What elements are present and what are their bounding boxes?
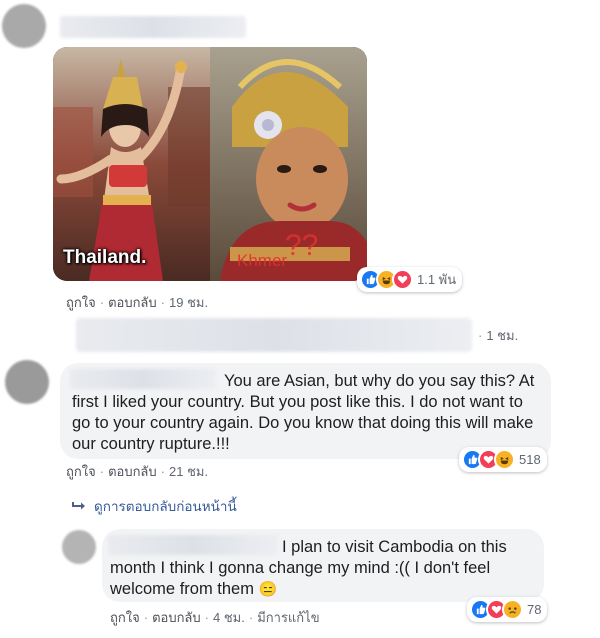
comment-actions: ถูกใจ · ตอบกลับ · 4 ชม. · มีการแก้ไข <box>110 607 320 628</box>
comment-body: I plan to visit Cambodia on this month I… <box>110 538 507 598</box>
separator-dot: · <box>143 610 149 625</box>
reaction-count: 78 <box>527 602 542 617</box>
reply-arrow-icon <box>72 502 85 510</box>
separator-dot: · <box>160 295 165 310</box>
separator-dot: · <box>248 610 254 625</box>
comment-actions: ถูกใจ · ตอบกลับ · 21 ชม. <box>66 461 208 482</box>
view-previous-label[interactable]: ดูการตอบกลับก่อนหน้านี้ <box>94 495 237 517</box>
image-question-mark: ?? <box>285 229 319 262</box>
image-caption-thailand: Thailand. <box>63 247 147 268</box>
separator-dot: · <box>204 610 209 625</box>
comment-image[interactable]: Thailand. Khmer ?? <box>53 47 367 281</box>
like-link[interactable]: ถูกใจ <box>110 607 140 628</box>
reply-link[interactable]: ตอบกลับ <box>108 292 157 313</box>
commenter-name-blurred[interactable] <box>60 16 246 38</box>
comment-time-row: · 1 ชม. <box>478 325 518 346</box>
reply-link[interactable]: ตอบกลับ <box>152 607 201 628</box>
reaction-summary[interactable]: 78 <box>467 597 548 622</box>
separator-dot: · <box>99 295 105 310</box>
comment-time[interactable]: 21 ชม. <box>169 461 208 482</box>
separator-dot: · <box>160 464 165 479</box>
reaction-count: 1.1 พัน <box>417 272 457 287</box>
comment-time[interactable]: 4 ชม. <box>213 607 245 628</box>
reply-link[interactable]: ตอบกลับ <box>108 461 157 482</box>
comment-text: I plan to visit Cambodia on this month I… <box>110 537 535 600</box>
avatar[interactable] <box>5 360 49 404</box>
like-link[interactable]: ถูกใจ <box>66 461 96 482</box>
expressionless-emoji: 😑 <box>258 581 278 598</box>
reaction-count: 518 <box>519 452 541 467</box>
comment-time[interactable]: 1 ชม. <box>486 325 518 346</box>
comment-time[interactable]: 19 ชม. <box>169 292 208 313</box>
view-previous-replies[interactable]: ดูการตอบกลับก่อนหน้านี้ <box>72 495 237 517</box>
image-caption-khmer: Khmer <box>237 251 288 270</box>
comment-body: You are Asian, but why do you say this? … <box>72 372 535 453</box>
separator-dot: · <box>99 464 105 479</box>
love-icon <box>392 269 413 290</box>
blurred-comment-bubble[interactable] <box>76 318 472 352</box>
reaction-summary[interactable]: 1.1 พัน <box>357 267 463 292</box>
haha-icon <box>494 449 515 470</box>
thai-dancer-photo <box>53 47 210 281</box>
avatar[interactable] <box>2 4 46 48</box>
comment-text: You are Asian, but why do you say this? … <box>72 371 542 455</box>
reaction-summary[interactable]: 518 <box>459 447 547 472</box>
separator-dot: · <box>478 328 483 343</box>
edited-label[interactable]: มีการแก้ไข <box>257 607 319 628</box>
sad-icon <box>502 599 523 620</box>
like-link[interactable]: ถูกใจ <box>66 292 96 313</box>
avatar[interactable] <box>62 530 96 564</box>
comment-actions: ถูกใจ · ตอบกลับ · 19 ชม. <box>66 292 208 313</box>
